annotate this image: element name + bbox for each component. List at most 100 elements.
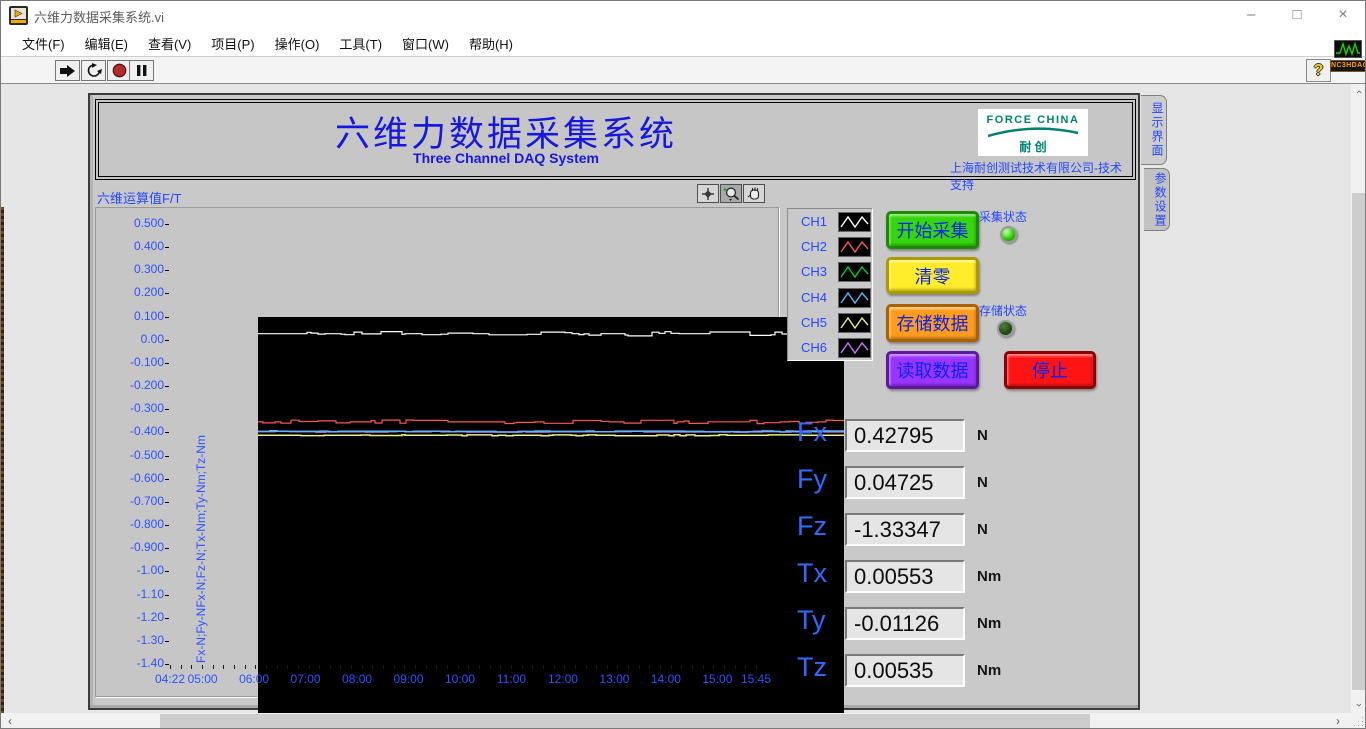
x-tick-mark — [489, 665, 491, 669]
labview-vi-icon — [9, 6, 28, 25]
x-tick-mark — [244, 665, 246, 669]
x-tick-mark — [724, 665, 726, 669]
horizontal-scrollbar[interactable]: ‹ › — [0, 713, 1348, 729]
maximize-button[interactable]: □ — [1274, 0, 1320, 30]
menu-item-6[interactable]: 窗口(W) — [392, 30, 459, 57]
scroll-right-arrow-icon[interactable]: › — [1330, 713, 1346, 729]
y-tick-label: 0.00 — [140, 331, 164, 346]
x-tick-mark — [415, 665, 417, 669]
scroll-down-arrow-icon[interactable]: ‹ — [1351, 697, 1366, 713]
vertical-scrollbar[interactable]: ‹ ‹ — [1351, 84, 1366, 713]
menu-item-7[interactable]: 帮助(H) — [459, 30, 523, 57]
x-tick-label: 10:00 — [444, 672, 475, 686]
x-tick-mark — [681, 665, 683, 669]
x-tick-label: 05:00 — [187, 672, 218, 686]
x-tick-mark — [351, 665, 353, 669]
x-tick-mark — [319, 665, 321, 669]
y-tick-label: -1.30 — [136, 632, 164, 647]
menu-item-5[interactable]: 工具(T) — [329, 30, 392, 57]
x-tick-mark — [542, 665, 544, 669]
x-tick-mark — [713, 665, 715, 669]
x-tick-mark — [596, 665, 598, 669]
y-tick-label: 0.500 — [133, 216, 164, 230]
minimize-button[interactable]: – — [1228, 0, 1274, 30]
menubar: 文件(F) 编辑(E) 查看(V) 项目(P) 操作(O) 工具(T) 窗口(W) 帮助(H) — [0, 30, 1366, 57]
y-tick-mark — [165, 617, 169, 619]
x-tick-mark — [393, 665, 395, 669]
y-tick-label: -0.100 — [129, 354, 164, 369]
y-tick-mark — [165, 594, 169, 596]
x-tick-label: 06:00 — [239, 672, 270, 686]
x-tick-mark — [383, 665, 385, 669]
run-button[interactable] — [55, 60, 80, 81]
x-tick-mark — [702, 665, 704, 669]
x-tick-mark — [372, 665, 374, 669]
front-panel: 六维力数据采集系统 Three Channel DAQ System FORCE… — [88, 93, 1140, 729]
x-tick-label: 09:00 — [393, 672, 424, 686]
daq-logo-icon — [1334, 40, 1362, 58]
x-tick-mark — [745, 665, 747, 669]
x-tick-mark — [425, 665, 427, 669]
run-arrow-icon — [60, 64, 75, 77]
y-tick-label: 0.200 — [133, 285, 164, 300]
x-tick-mark — [638, 665, 640, 669]
run-continuous-button[interactable] — [81, 60, 106, 81]
tab-parameter-settings[interactable]: 参数设置 — [1144, 168, 1170, 231]
x-tick-mark — [287, 665, 289, 669]
x-tick-label: 13:00 — [599, 672, 630, 686]
x-tick-label: 11:00 — [496, 672, 527, 686]
y-tick-mark — [165, 362, 169, 364]
horizontal-scroll-thumb[interactable] — [160, 714, 1090, 728]
titlebar: 六维力数据采集系统.vi – □ × — [0, 0, 1366, 30]
context-help-button[interactable]: ? — [1306, 59, 1331, 82]
x-tick-mark — [734, 665, 736, 669]
x-tick-mark — [361, 665, 363, 669]
menu-item-1[interactable]: 编辑(E) — [75, 30, 138, 57]
x-tick-mark — [510, 665, 512, 669]
menu-item-0[interactable]: 文件(F) — [12, 30, 75, 57]
scroll-up-arrow-icon[interactable]: ‹ — [1351, 84, 1366, 100]
menu-item-2[interactable]: 查看(V) — [138, 30, 201, 57]
y-tick-mark — [165, 339, 169, 341]
pause-button[interactable] — [129, 60, 154, 81]
y-tick-label: 0.400 — [133, 239, 164, 254]
x-tick-mark — [585, 665, 587, 669]
resize-grip[interactable] — [1348, 713, 1366, 729]
x-tick-mark — [436, 665, 438, 669]
x-tick-mark — [564, 665, 566, 669]
x-tick-mark — [255, 665, 257, 669]
x-tick-mark — [756, 665, 757, 669]
x-tick-mark — [212, 665, 214, 669]
menu-item-4[interactable]: 操作(O) — [265, 30, 330, 57]
y-tick-label: -0.300 — [129, 401, 164, 416]
run-continuous-icon — [87, 63, 102, 77]
menu-item-3[interactable]: 项目(P) — [201, 30, 264, 57]
x-tick-mark — [447, 665, 449, 669]
x-tick-label: 08:00 — [342, 672, 373, 686]
x-tick-mark — [276, 665, 278, 669]
y-tick-mark — [165, 224, 169, 225]
vertical-scroll-thumb[interactable] — [1352, 193, 1365, 690]
y-tick-label: -0.500 — [129, 447, 164, 462]
y-tick-mark — [165, 478, 169, 480]
y-tick-label: -0.800 — [129, 517, 164, 532]
daq-badge: NC3HDAQ — [1330, 60, 1366, 72]
close-button[interactable]: × — [1320, 0, 1366, 30]
x-tick-mark — [223, 665, 225, 669]
x-tick-label: 15:00 — [702, 672, 733, 686]
x-tick-mark — [180, 665, 182, 669]
y-tick-label: -0.200 — [129, 378, 164, 393]
y-tick-label: -0.400 — [129, 424, 164, 439]
x-tick-mark — [628, 665, 630, 669]
y-tick-mark — [165, 640, 169, 642]
x-tick-mark — [191, 665, 193, 669]
chart-axes: 0.500 0.400 0.300 0.200 0.100 0.00 -0.100 -0.20… — [90, 95, 1138, 708]
x-tick-mark — [521, 665, 523, 669]
scroll-left-arrow-icon[interactable]: ‹ — [2, 713, 18, 729]
x-tick-mark — [478, 665, 480, 669]
y-tick-mark — [165, 316, 169, 318]
x-tick-mark — [170, 665, 171, 669]
tab-display-view[interactable]: 显示界面 — [1141, 95, 1167, 165]
y-tick-mark — [165, 501, 169, 503]
client-area: 六维力数据采集系统 Three Channel DAQ System FORCE… — [0, 84, 1366, 729]
